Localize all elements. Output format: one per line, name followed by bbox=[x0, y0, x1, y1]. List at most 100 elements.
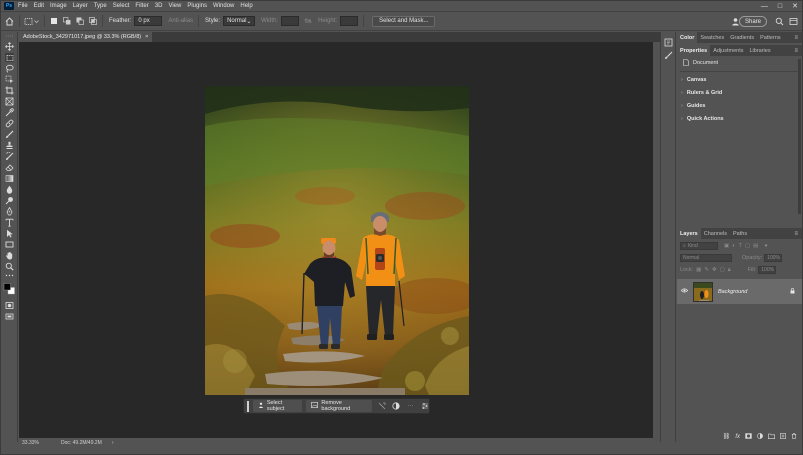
eyedropper-tool-icon[interactable] bbox=[5, 108, 14, 117]
menu-filter[interactable]: Filter bbox=[135, 3, 148, 9]
move-tool-icon[interactable] bbox=[5, 42, 14, 51]
new-group-icon[interactable] bbox=[768, 433, 775, 441]
more-options-button[interactable]: ··· bbox=[407, 402, 415, 411]
select-and-mask-button[interactable]: Select and Mask... bbox=[372, 15, 436, 27]
pen-tool-icon[interactable] bbox=[5, 207, 14, 216]
intersect-selection-icon[interactable] bbox=[88, 17, 97, 26]
maximize-button[interactable]: □ bbox=[778, 3, 782, 10]
filter-toggle-icon[interactable]: ● bbox=[764, 243, 767, 249]
brush-settings-icon[interactable] bbox=[664, 51, 673, 60]
tab-libraries[interactable]: Libraries bbox=[746, 45, 773, 56]
new-layer-icon[interactable] bbox=[780, 432, 786, 441]
history-brush-tool-icon[interactable] bbox=[5, 152, 14, 161]
layer-row-background[interactable]: Background bbox=[677, 279, 802, 304]
zoom-tool-icon[interactable] bbox=[5, 262, 14, 271]
history-panel-icon[interactable] bbox=[664, 38, 673, 47]
task-bar-settings-icon[interactable] bbox=[421, 402, 429, 411]
filter-shape-icon[interactable]: ▢ bbox=[745, 243, 750, 249]
object-selection-tool-icon[interactable] bbox=[5, 75, 14, 84]
lasso-tool-icon[interactable] bbox=[5, 64, 14, 73]
tab-paths[interactable]: Paths bbox=[730, 228, 750, 239]
toolbar-collapse-icon[interactable] bbox=[5, 34, 14, 38]
fill-input[interactable]: 100% bbox=[758, 266, 777, 274]
height-input[interactable] bbox=[340, 16, 359, 26]
share-button[interactable]: Share bbox=[738, 16, 767, 27]
task-bar-drag-handle[interactable] bbox=[247, 400, 249, 412]
menu-type[interactable]: Type bbox=[94, 3, 107, 9]
frame-tool-icon[interactable] bbox=[5, 97, 14, 106]
rectangular-marquee-tool-icon[interactable] bbox=[5, 53, 14, 62]
panel-menu-icon[interactable]: ≡ bbox=[794, 231, 798, 237]
crop-tool-icon[interactable] bbox=[5, 86, 14, 95]
swap-dimensions-icon[interactable] bbox=[303, 17, 312, 26]
tab-gradients[interactable]: Gradients bbox=[727, 32, 757, 43]
adjustment-icon[interactable] bbox=[392, 402, 400, 411]
search-icon[interactable] bbox=[775, 17, 784, 26]
feather-input[interactable]: 0 px bbox=[134, 16, 163, 26]
select-subject-button[interactable]: Select subject bbox=[252, 400, 303, 412]
filter-type-icon[interactable]: T bbox=[739, 243, 742, 249]
section-canvas[interactable]: › Canvas bbox=[677, 73, 802, 86]
zoom-level[interactable]: 33.33% bbox=[22, 440, 39, 446]
tab-channels[interactable]: Channels bbox=[701, 228, 730, 239]
opacity-input[interactable]: 100% bbox=[764, 254, 783, 262]
filter-adjustment-icon[interactable]: ◐ bbox=[732, 243, 735, 249]
dodge-tool-icon[interactable] bbox=[5, 196, 14, 205]
remove-background-button[interactable]: Remove background bbox=[306, 400, 373, 412]
close-button[interactable]: ✕ bbox=[792, 2, 798, 10]
status-info-arrow[interactable]: › bbox=[112, 440, 114, 446]
anti-alias-checkbox[interactable]: Anti-alias bbox=[168, 18, 193, 24]
visibility-eye-icon[interactable] bbox=[680, 288, 689, 295]
eraser-tool-icon[interactable] bbox=[5, 163, 14, 172]
rectangular-marquee-icon[interactable] bbox=[24, 17, 33, 26]
gradient-tool-icon[interactable] bbox=[5, 174, 14, 183]
quick-mask-icon[interactable] bbox=[5, 301, 14, 310]
filter-pixel-icon[interactable]: ▣ bbox=[724, 243, 729, 249]
menu-layer[interactable]: Layer bbox=[73, 3, 88, 9]
minimize-button[interactable]: — bbox=[761, 3, 768, 10]
menu-image[interactable]: Image bbox=[50, 3, 67, 9]
chevron-down-icon[interactable] bbox=[34, 17, 39, 26]
menu-help[interactable]: Help bbox=[240, 3, 252, 9]
spot-healing-brush-icon[interactable] bbox=[5, 119, 14, 128]
add-mask-icon[interactable] bbox=[745, 432, 752, 441]
crop-suggest-icon[interactable] bbox=[378, 402, 386, 411]
menu-plugins[interactable]: Plugins bbox=[187, 3, 207, 9]
link-layers-icon[interactable]: ⛓ bbox=[723, 433, 731, 440]
document-tab[interactable]: AdobeStock_342971017.jpeg @ 33.3% (RGB/8… bbox=[19, 32, 153, 42]
menu-edit[interactable]: Edit bbox=[34, 3, 44, 9]
lock-all-icon[interactable]: 🔒︎ bbox=[728, 267, 731, 274]
subtract-from-selection-icon[interactable] bbox=[75, 17, 84, 26]
menu-select[interactable]: Select bbox=[113, 3, 130, 9]
type-tool-icon[interactable] bbox=[5, 218, 14, 227]
rectangle-tool-icon[interactable] bbox=[5, 240, 14, 249]
hand-tool-icon[interactable] bbox=[5, 251, 14, 260]
section-guides[interactable]: › Guides bbox=[677, 99, 802, 112]
tab-swatches[interactable]: Swatches bbox=[697, 32, 727, 43]
filter-smart-object-icon[interactable]: ▤ bbox=[753, 243, 758, 249]
home-icon[interactable] bbox=[5, 16, 14, 26]
menu-3d[interactable]: 3D bbox=[155, 3, 163, 9]
more-tools-icon[interactable] bbox=[5, 273, 14, 278]
layer-style-icon[interactable]: fx bbox=[735, 434, 740, 440]
tab-patterns[interactable]: Patterns bbox=[757, 32, 783, 43]
lock-transparent-icon[interactable]: ▦ bbox=[696, 267, 701, 273]
menu-file[interactable]: File bbox=[18, 3, 28, 9]
clone-stamp-tool-icon[interactable] bbox=[5, 141, 14, 150]
screen-mode-icon[interactable] bbox=[5, 312, 14, 321]
color-swatches-icon[interactable] bbox=[3, 282, 15, 295]
lock-position-icon[interactable]: ✥ bbox=[712, 267, 717, 273]
brush-tool-icon[interactable] bbox=[5, 130, 14, 139]
tab-adjustments[interactable]: Adjustments bbox=[710, 45, 746, 56]
path-selection-tool-icon[interactable] bbox=[5, 229, 14, 238]
workspace-icon[interactable] bbox=[789, 17, 798, 26]
lock-artboard-icon[interactable]: ▢ bbox=[720, 267, 725, 273]
style-select[interactable]: Normal ⌄ bbox=[223, 16, 256, 26]
new-selection-icon[interactable] bbox=[49, 17, 58, 26]
tab-color[interactable]: Color bbox=[677, 32, 698, 43]
blend-mode-select[interactable]: Normal bbox=[680, 254, 732, 262]
menu-window[interactable]: Window bbox=[213, 3, 234, 9]
layer-filter-select[interactable]: ⌕ Kind bbox=[680, 242, 718, 250]
blur-tool-icon[interactable] bbox=[5, 185, 14, 194]
close-tab-icon[interactable]: × bbox=[145, 34, 148, 40]
